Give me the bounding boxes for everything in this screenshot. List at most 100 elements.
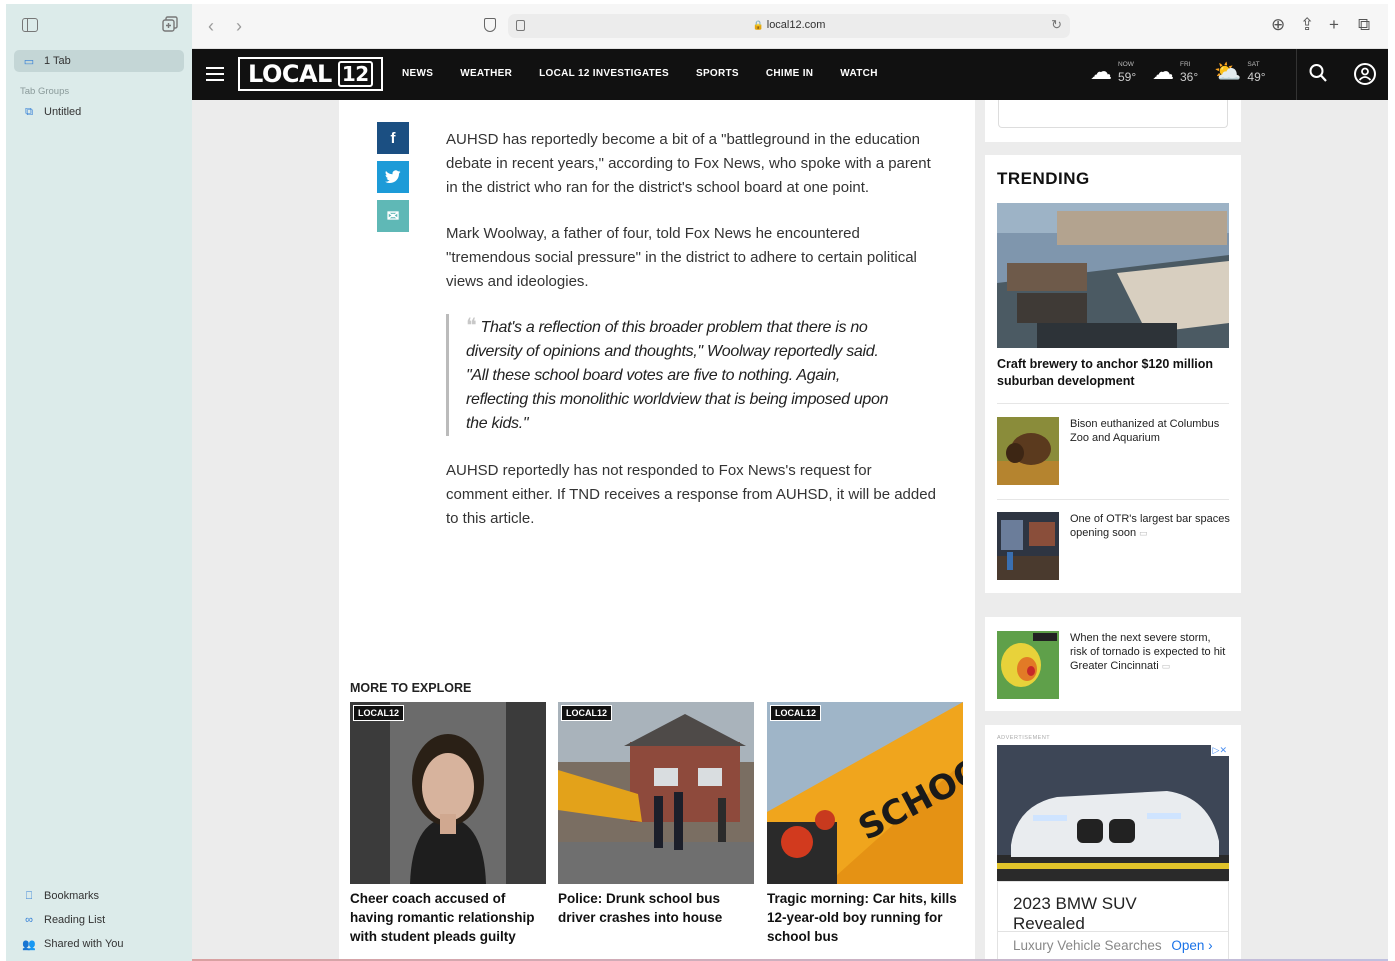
url-text: local12.com <box>766 19 826 31</box>
explore-card[interactable]: LOCAL12 Police: Drunk school bus driver … <box>558 702 754 927</box>
ad-image[interactable] <box>997 745 1229 881</box>
school-bus-image: SCHOOL BUS <box>767 702 963 884</box>
card-title[interactable]: Cheer coach accused of having romantic r… <box>350 889 546 946</box>
twitter-share-icon[interactable] <box>377 161 409 193</box>
sidebar-shared-with-you[interactable]: 👥 Shared with You <box>22 938 123 951</box>
radar-map-image <box>997 631 1059 699</box>
trending-spacer <box>985 593 1241 617</box>
weather-fri[interactable]: ☁ FRI 36° <box>1152 61 1198 86</box>
trending-item[interactable]: When the next severe storm, risk of torn… <box>997 631 1229 711</box>
bird-glyph <box>385 170 401 184</box>
local12-badge: LOCAL12 <box>561 705 613 721</box>
forward-icon[interactable]: › <box>236 16 242 37</box>
trending-thumb[interactable] <box>997 631 1059 699</box>
nav-local-12-investigates[interactable]: LOCAL 12 INVESTIGATES <box>539 68 669 79</box>
quote-mark-icon: ❝ <box>466 315 477 337</box>
new-tab-icon[interactable]: + <box>1329 15 1339 35</box>
privacy-shield-icon[interactable] <box>484 18 496 32</box>
ad-open-button[interactable]: Open › <box>1171 938 1212 953</box>
main-nav: NEWS WEATHER LOCAL 12 INVESTIGATES SPORT… <box>402 68 878 79</box>
local12-badge: LOCAL12 <box>353 705 405 721</box>
bookmarks-label: Bookmarks <box>44 890 100 902</box>
trending-item-text: When the next severe storm, risk of torn… <box>1070 632 1226 672</box>
tab-groups-label: Tab Groups <box>20 86 70 97</box>
article-paragraph: AUHSD has reportedly become a bit of a "… <box>446 131 931 196</box>
local12-badge: LOCAL12 <box>770 705 822 721</box>
ad-label: ADVERTISEMENT <box>997 735 1051 741</box>
back-icon[interactable]: ‹ <box>208 16 214 37</box>
ad-open-label: Open <box>1171 938 1205 953</box>
explore-card[interactable]: SCHOOL BUS LOCAL12 Tragic morning: Car h… <box>767 702 963 946</box>
trending-item-title[interactable]: Bison euthanized at Columbus Zoo and Aqu… <box>1070 417 1230 445</box>
tab-overview-icon[interactable]: ⧉ <box>1358 15 1370 35</box>
rail-widget-box <box>998 100 1228 128</box>
sidebar-reading-list[interactable]: ∞ Reading List <box>22 914 105 926</box>
divider <box>997 403 1229 404</box>
nav-watch[interactable]: WATCH <box>840 68 877 79</box>
ad-footer[interactable]: Luxury Vehicle Searches Open › <box>997 931 1229 961</box>
new-tab-group-icon[interactable] <box>162 16 178 32</box>
nav-news[interactable]: NEWS <box>402 68 433 79</box>
weather-sat[interactable]: ⛅ SAT 49° <box>1214 61 1266 86</box>
ad-source: Luxury Vehicle Searches <box>1013 938 1162 953</box>
search-icon[interactable] <box>1309 63 1327 85</box>
ad-choices-icon[interactable]: ▷✕ <box>1210 745 1229 756</box>
article-paragraph: AUHSD reportedly has not responded to Fo… <box>446 462 936 527</box>
quote-text: ❝ That's a reflection of this broader pro… <box>466 314 896 436</box>
mugshot-image <box>350 702 546 884</box>
trending-thumb[interactable] <box>997 417 1059 485</box>
rail-widget <box>985 100 1241 142</box>
tab-group-label: Untitled <box>44 106 82 118</box>
article-paragraph: Mark Woolway, a father of four, told Fox… <box>446 225 917 290</box>
site-logo[interactable]: LOCAL 12 <box>238 57 383 91</box>
trending-item-title[interactable]: When the next severe storm, risk of torn… <box>1070 631 1230 673</box>
site-header: LOCAL 12 NEWS WEATHER LOCAL 12 INVESTIGA… <box>192 49 1388 100</box>
email-share-icon[interactable]: ✉ <box>377 200 409 232</box>
trending-item-title[interactable]: One of OTR's largest bar spaces opening … <box>1070 512 1230 540</box>
reload-icon[interactable]: ↻ <box>1051 17 1062 33</box>
card-image[interactable]: SCHOOL BUS LOCAL12 <box>767 702 963 884</box>
explore-card[interactable]: LOCAL12 Cheer coach accused of having ro… <box>350 702 546 946</box>
laptop-icon: ▭ <box>23 55 35 68</box>
sidebar-bookmarks[interactable]: ⎕ Bookmarks <box>22 890 100 903</box>
trending-lead-title[interactable]: Craft brewery to anchor $120 million sub… <box>997 356 1229 390</box>
weather-day: FRI <box>1180 61 1191 68</box>
lock-icon: 🔒 <box>752 20 764 30</box>
sidebar-toggle-icon[interactable] <box>22 18 38 32</box>
weather-now[interactable]: ☁ NOW 59° <box>1090 61 1136 86</box>
weather-day: SAT <box>1247 61 1260 68</box>
downloads-icon[interactable]: ⊕ <box>1271 15 1285 35</box>
tab-group-icon: ⧉ <box>25 105 33 118</box>
trending-thumb[interactable] <box>997 512 1059 580</box>
tab-count-label: 1 Tab <box>44 55 71 67</box>
nav-chime-in[interactable]: CHIME IN <box>766 68 813 79</box>
facebook-share-icon[interactable]: f <box>377 122 409 154</box>
logo-text: LOCAL <box>248 60 332 88</box>
weather-temp: 36° <box>1180 70 1199 84</box>
trending-item[interactable]: One of OTR's largest bar spaces opening … <box>997 512 1230 592</box>
tab-group-untitled[interactable]: ⧉ Untitled <box>22 105 82 119</box>
reading-list-label: Reading List <box>44 914 106 926</box>
address-bar[interactable]: 🔒 local12.com ↻ <box>508 14 1070 38</box>
pull-quote: ❝ That's a reflection of this broader pro… <box>446 314 896 436</box>
nav-weather[interactable]: WEATHER <box>460 68 512 79</box>
brewery-render-image <box>997 203 1229 348</box>
people-icon: 👥 <box>22 938 36 951</box>
share-icon[interactable]: ⇪ <box>1300 15 1314 35</box>
tab-count-row[interactable]: ▭ 1 Tab <box>22 55 71 68</box>
menu-icon[interactable] <box>206 67 224 81</box>
account-icon[interactable] <box>1354 63 1376 85</box>
trending-lead-image[interactable] <box>997 203 1229 348</box>
weather-day: NOW <box>1118 61 1134 68</box>
ad-headline[interactable]: 2023 BMW SUV Revealed <box>997 881 1229 933</box>
card-title[interactable]: Police: Drunk school bus driver crashes … <box>558 889 754 927</box>
card-image[interactable]: LOCAL12 <box>350 702 546 884</box>
advertisement[interactable]: ADVERTISEMENT ▷✕ 2023 BMW SUV Revealed L… <box>985 725 1241 961</box>
nav-sports[interactable]: SPORTS <box>696 68 739 79</box>
trending-item[interactable]: Bison euthanized at Columbus Zoo and Aqu… <box>997 417 1229 497</box>
video-icon: ▭ <box>1161 661 1171 671</box>
card-title[interactable]: Tragic morning: Car hits, kills 12-year-… <box>767 889 963 946</box>
browser-sidebar: ▭ 1 Tab Tab Groups ⧉ Untitled ⎕ Bookmark… <box>6 4 192 961</box>
glasses-icon: ∞ <box>25 914 33 926</box>
card-image[interactable]: LOCAL12 <box>558 702 754 884</box>
